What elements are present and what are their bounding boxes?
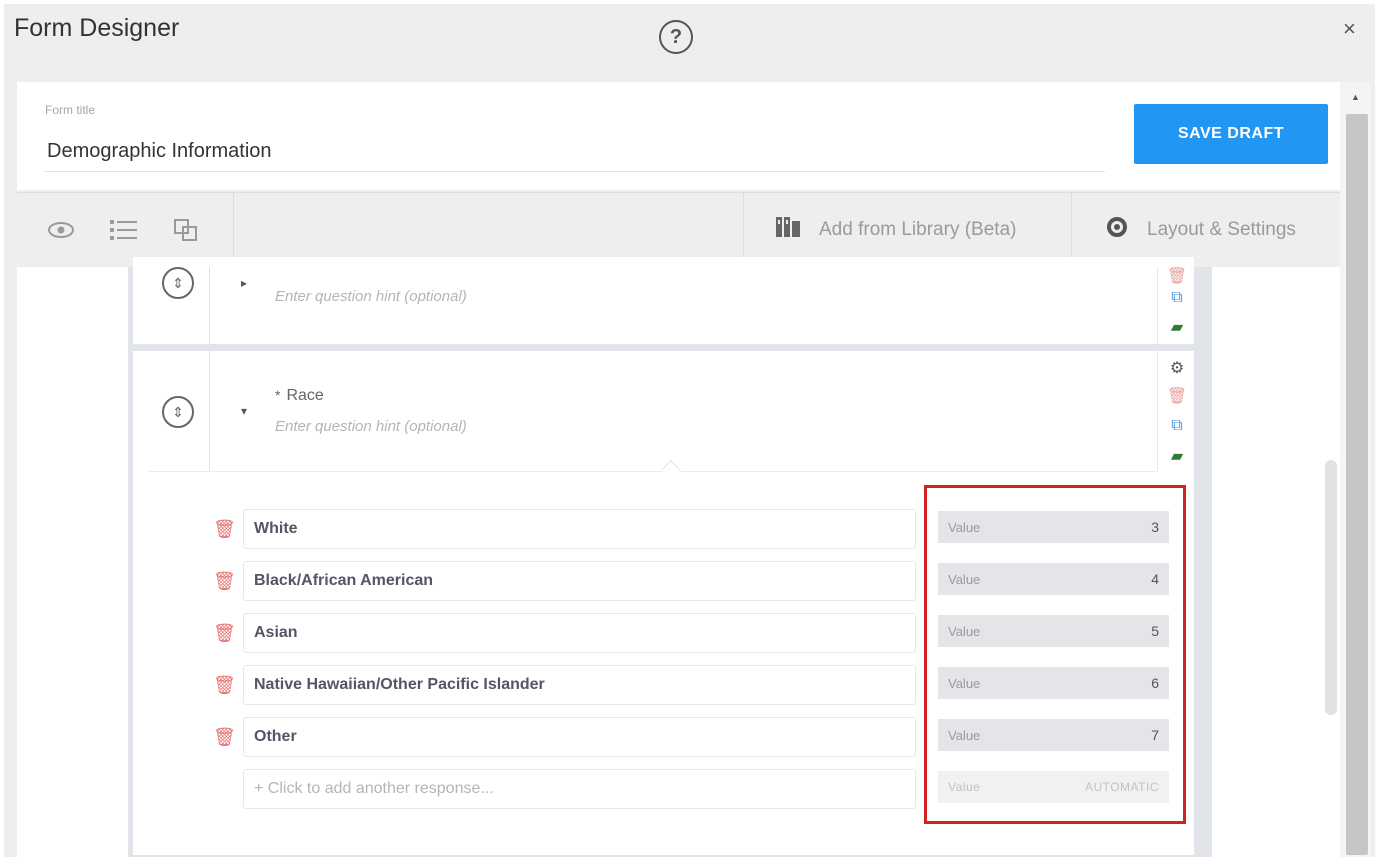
form-title-input[interactable] [45,132,1105,172]
question-label-text: Race [286,387,324,404]
required-mark: * [275,387,281,403]
close-icon[interactable]: × [1343,18,1356,40]
library-icon [775,215,801,245]
question-label-race[interactable]: * Race [275,387,324,405]
save-draft-button[interactable]: SAVE DRAFT [1134,104,1328,164]
delete-icon[interactable]: 🗑 [1167,267,1187,285]
response-input[interactable] [243,509,916,549]
add-response-input[interactable]: + Click to add another response... [243,769,916,809]
help-icon[interactable]: ? [659,20,693,54]
question-actions: ⚙ 🗑 ⧉ ▰ [1157,351,1193,471]
duplicate-icon[interactable]: ⧉ [1168,289,1186,307]
question-separator [149,471,1157,472]
add-from-library-label: Add from Library (Beta) [819,219,1017,240]
duplicate-icon[interactable]: ⧉ [1168,417,1186,435]
eye-icon[interactable] [45,215,77,245]
layout-settings-button[interactable]: Layout & Settings [1105,213,1296,247]
question-divider [209,267,210,344]
response-input[interactable] [243,717,916,757]
delete-response-icon[interactable]: 🗑 [213,727,236,748]
delete-response-icon[interactable]: 🗑 [213,519,236,540]
canvas-scrollbar[interactable] [1325,460,1337,715]
save-to-library-icon[interactable]: ▰ [1168,447,1186,465]
form-title-label: Form title [45,103,96,117]
response-input[interactable] [243,613,916,653]
add-from-library-button[interactable]: Add from Library (Beta) [775,213,1016,247]
designer-toolbar: Add from Library (Beta) Layout & Setting… [17,192,1340,268]
scroll-up-icon[interactable]: ▲ [1351,92,1360,102]
list-icon[interactable] [108,215,140,245]
dialog-scrollbar-thumb[interactable] [1346,114,1368,855]
copy-icon[interactable] [170,215,202,245]
delete-response-icon[interactable]: 🗑 [213,623,236,644]
delete-response-icon[interactable]: 🗑 [213,675,236,696]
gear-icon [1105,215,1129,245]
drag-handle-icon[interactable]: ⇕ [162,267,194,299]
value-column-highlight [924,485,1186,824]
settings-icon[interactable]: ⚙ [1168,359,1186,377]
drag-handle-icon[interactable]: ⇕ [162,396,194,428]
question-divider [209,351,210,471]
caret-right-icon[interactable]: ▸ [241,276,247,290]
delete-response-icon[interactable]: 🗑 [213,571,236,592]
question-actions: 🗑 ⧉ ▰ [1157,267,1193,344]
response-input[interactable] [243,665,916,705]
caret-down-icon[interactable]: ▾ [241,404,247,418]
save-to-library-icon[interactable]: ▰ [1168,318,1186,336]
layout-settings-label: Layout & Settings [1147,219,1296,240]
response-input[interactable] [243,561,916,601]
dialog-title: Form Designer [14,14,180,42]
delete-icon[interactable]: 🗑 [1167,387,1187,405]
question-hint-input[interactable]: Enter question hint (optional) [275,288,467,305]
question-hint-input[interactable]: Enter question hint (optional) [275,418,467,435]
